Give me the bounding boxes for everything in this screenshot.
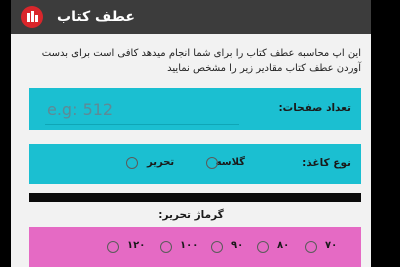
weight-option-80-radio[interactable]	[257, 241, 269, 253]
paper-type-label: نوع کاغذ:	[302, 157, 351, 169]
paper-option-writing-label: تحریر	[147, 157, 175, 168]
weight-option-100-label: ۱۰۰	[180, 240, 199, 251]
app-logo-icon	[21, 6, 43, 28]
weight-option-120-label: ۱۲۰	[127, 240, 146, 251]
weight-option-120-radio[interactable]	[107, 241, 119, 253]
intro-text: این اپ محاسبه عطف کتاب را برای شما انجام…	[41, 48, 361, 74]
paper-type-card: نوع کاغذ: گلاسه تحریر	[29, 144, 361, 184]
app-screen: عطف کتاب این اپ محاسبه عطف کتاب را برای …	[11, 0, 371, 267]
pages-input[interactable]	[45, 94, 239, 125]
weight-option-90-label: ۹۰	[231, 240, 244, 251]
font-weight-card: ۷۰ ۸۰ ۹۰ ۱۰۰ ۱۲۰	[29, 227, 361, 267]
weight-option-70-label: ۷۰	[325, 240, 338, 251]
weight-option-70-radio[interactable]	[305, 241, 317, 253]
weight-option-90-radio[interactable]	[211, 241, 223, 253]
font-weight-title: گرماژ تحریر:	[158, 209, 224, 221]
app-title: عطف کتاب	[57, 9, 135, 25]
paper-option-writing-radio[interactable]	[126, 157, 138, 169]
app-bar: عطف کتاب	[11, 0, 371, 34]
paper-option-glossy-radio[interactable]	[206, 157, 218, 169]
divider-bar	[29, 193, 361, 202]
weight-option-100-radio[interactable]	[160, 241, 172, 253]
pages-label: تعداد صفحات:	[278, 102, 351, 114]
paper-option-glossy-label: گلاسه	[215, 157, 245, 168]
weight-option-80-label: ۸۰	[277, 240, 290, 251]
pages-card: تعداد صفحات:	[29, 88, 361, 130]
